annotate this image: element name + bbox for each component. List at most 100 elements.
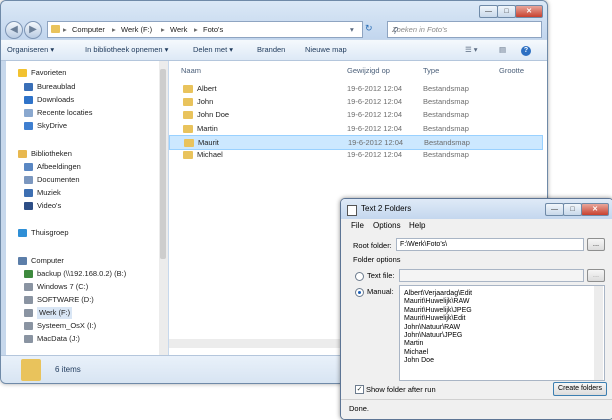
dialog-title: Text 2 Folders: [361, 204, 412, 213]
sidebar-item[interactable]: Video's: [37, 200, 61, 212]
file-row[interactable]: John Doe 19-6-2012 12:04 Bestandsmap: [169, 108, 541, 121]
videos-icon: [24, 202, 33, 210]
sidebar-item[interactable]: SOFTWARE (D:): [37, 294, 94, 306]
textfile-input[interactable]: [399, 269, 584, 282]
sidebar-item[interactable]: Windows 7 (C:): [37, 281, 88, 293]
sidebar-item[interactable]: Bibliotheken: [31, 148, 72, 160]
burn-button[interactable]: Branden: [257, 40, 285, 60]
file-type: Bestandsmap: [423, 84, 469, 93]
manual-label: Manual:: [367, 287, 394, 296]
crumb-werk-drive[interactable]: Werk (F:): [121, 22, 152, 37]
share-with-button[interactable]: Delen met ▾: [193, 40, 233, 60]
sidebar-item[interactable]: Muziek: [37, 187, 61, 199]
file-name: John Doe: [197, 110, 230, 120]
folder-icon: [183, 151, 193, 159]
forward-button[interactable]: ▶: [24, 21, 42, 39]
manual-line: John Doe: [404, 357, 434, 365]
column-header-type[interactable]: Type: [423, 66, 439, 75]
view-options-icon[interactable]: ☰ ▾: [465, 40, 478, 60]
menu-file[interactable]: File: [351, 219, 364, 233]
documents-icon: [24, 176, 33, 184]
sidebar-scrollbar[interactable]: [159, 61, 168, 355]
organize-button[interactable]: Organiseren ▾: [7, 40, 54, 60]
file-row[interactable]: Michael 19-6-2012 12:04 Bestandsmap: [169, 148, 541, 161]
sidebar-item[interactable]: Bureaublad: [37, 81, 75, 93]
drive-icon: [24, 322, 33, 330]
browse-root-button[interactable]: ...: [587, 238, 605, 251]
sidebar-item[interactable]: Downloads: [37, 94, 74, 106]
close-icon[interactable]: ✕: [515, 5, 543, 18]
create-folders-button[interactable]: Create folders: [553, 382, 607, 396]
dialog-status-text: Done.: [349, 404, 370, 413]
new-folder-button[interactable]: Nieuwe map: [305, 40, 347, 60]
textfile-radio[interactable]: [355, 272, 364, 281]
refresh-icon[interactable]: ↻: [365, 23, 373, 34]
manual-radio[interactable]: [355, 288, 364, 297]
menu-bar: File Options Help: [345, 219, 607, 233]
skydrive-icon: [24, 122, 33, 130]
file-type: Bestandsmap: [423, 110, 469, 120]
recent-places-icon: [24, 109, 33, 117]
column-header-name[interactable]: Naam: [181, 66, 201, 75]
crumb-separator: ▸: [194, 25, 198, 34]
desktop-icon: [24, 83, 33, 91]
minimize-icon[interactable]: —: [545, 203, 564, 216]
column-header-modified[interactable]: Gewijzigd op: [347, 66, 390, 75]
sidebar-scroll-thumb[interactable]: [160, 69, 166, 259]
column-header-size[interactable]: Grootte: [499, 66, 524, 75]
drive-icon: [24, 283, 33, 291]
manual-textarea[interactable]: Albert\Verjaardag\Edit Maurit\Huwelijk\RA…: [399, 285, 605, 381]
sidebar-item[interactable]: Systeem_OsX (I:): [37, 320, 96, 332]
text2folders-window: Text 2 Folders — □ ✕ File Options Help R…: [340, 198, 612, 420]
file-name: John: [197, 97, 214, 107]
back-button[interactable]: ◀: [5, 21, 23, 39]
maximize-icon[interactable]: □: [497, 5, 516, 18]
crumb-werk[interactable]: Werk: [170, 22, 187, 37]
show-folder-label: Show folder after run: [366, 385, 436, 394]
file-modified: 19-6-2012 12:04: [347, 97, 403, 107]
menu-options[interactable]: Options: [373, 219, 401, 233]
help-icon[interactable]: ?: [521, 40, 531, 60]
sidebar-item[interactable]: Documenten: [37, 174, 80, 186]
sidebar-item[interactable]: Computer: [31, 255, 64, 267]
include-in-library-button[interactable]: In bibliotheek opnemen ▾: [85, 40, 168, 60]
sidebar-item[interactable]: Thuisgroep: [31, 227, 69, 239]
sidebar-item[interactable]: Afbeeldingen: [37, 161, 81, 173]
sidebar-item[interactable]: Favorieten: [31, 67, 66, 79]
search-icon: ⚲: [392, 26, 398, 35]
root-folder-input[interactable]: F:\Werk\Foto's\: [396, 238, 584, 251]
sidebar-item[interactable]: MacData (J:): [37, 333, 80, 345]
sidebar-item[interactable]: SkyDrive: [37, 120, 67, 132]
pictures-icon: [24, 163, 33, 171]
drive-icon: [24, 309, 33, 317]
maximize-icon[interactable]: □: [563, 203, 582, 216]
manual-scrollbar[interactable]: [594, 286, 603, 380]
address-bar[interactable]: ▸ Computer ▸ Werk (F:) ▸ Werk ▸ Foto's ▾: [47, 21, 363, 38]
address-dropdown-icon[interactable]: ▾: [350, 22, 354, 37]
root-folder-label: Root folder:: [353, 241, 392, 250]
file-row[interactable]: John 19-6-2012 12:04 Bestandsmap: [169, 95, 541, 108]
folder-icon: [51, 25, 60, 33]
folder-icon: [183, 98, 193, 107]
sidebar-item[interactable]: backup (\\192.168.0.2) (B:): [37, 268, 126, 280]
show-folder-checkbox[interactable]: ✓: [355, 385, 364, 394]
file-row[interactable]: Albert 19-6-2012 12:04 Bestandsmap: [169, 82, 541, 95]
sidebar-item[interactable]: Werk (F:): [37, 307, 73, 319]
crumb-fotos[interactable]: Foto's: [203, 22, 223, 37]
search-input[interactable]: Zoeken in Foto's ⚲: [387, 21, 542, 38]
close-icon[interactable]: ✕: [581, 203, 609, 216]
preview-pane-icon[interactable]: ▤: [499, 40, 506, 60]
minimize-icon[interactable]: —: [479, 5, 498, 18]
dialog-titlebar: Text 2 Folders — □ ✕: [341, 199, 612, 219]
downloads-icon: [24, 96, 33, 104]
sidebar-item[interactable]: Recente locaties: [37, 107, 92, 119]
drive-icon: [24, 296, 33, 304]
file-row[interactable]: Martin 19-6-2012 12:04 Bestandsmap: [169, 122, 541, 135]
file-modified: 19-6-2012 12:04: [347, 84, 403, 93]
drive-icon: [24, 335, 33, 343]
navigation-pane: Favorieten Bureaublad Downloads Recente loc…: [6, 61, 168, 355]
crumb-computer[interactable]: Computer: [72, 22, 105, 37]
crumb-separator: ▸: [63, 25, 67, 34]
browse-textfile-button[interactable]: ...: [587, 269, 605, 282]
menu-help[interactable]: Help: [409, 219, 425, 233]
